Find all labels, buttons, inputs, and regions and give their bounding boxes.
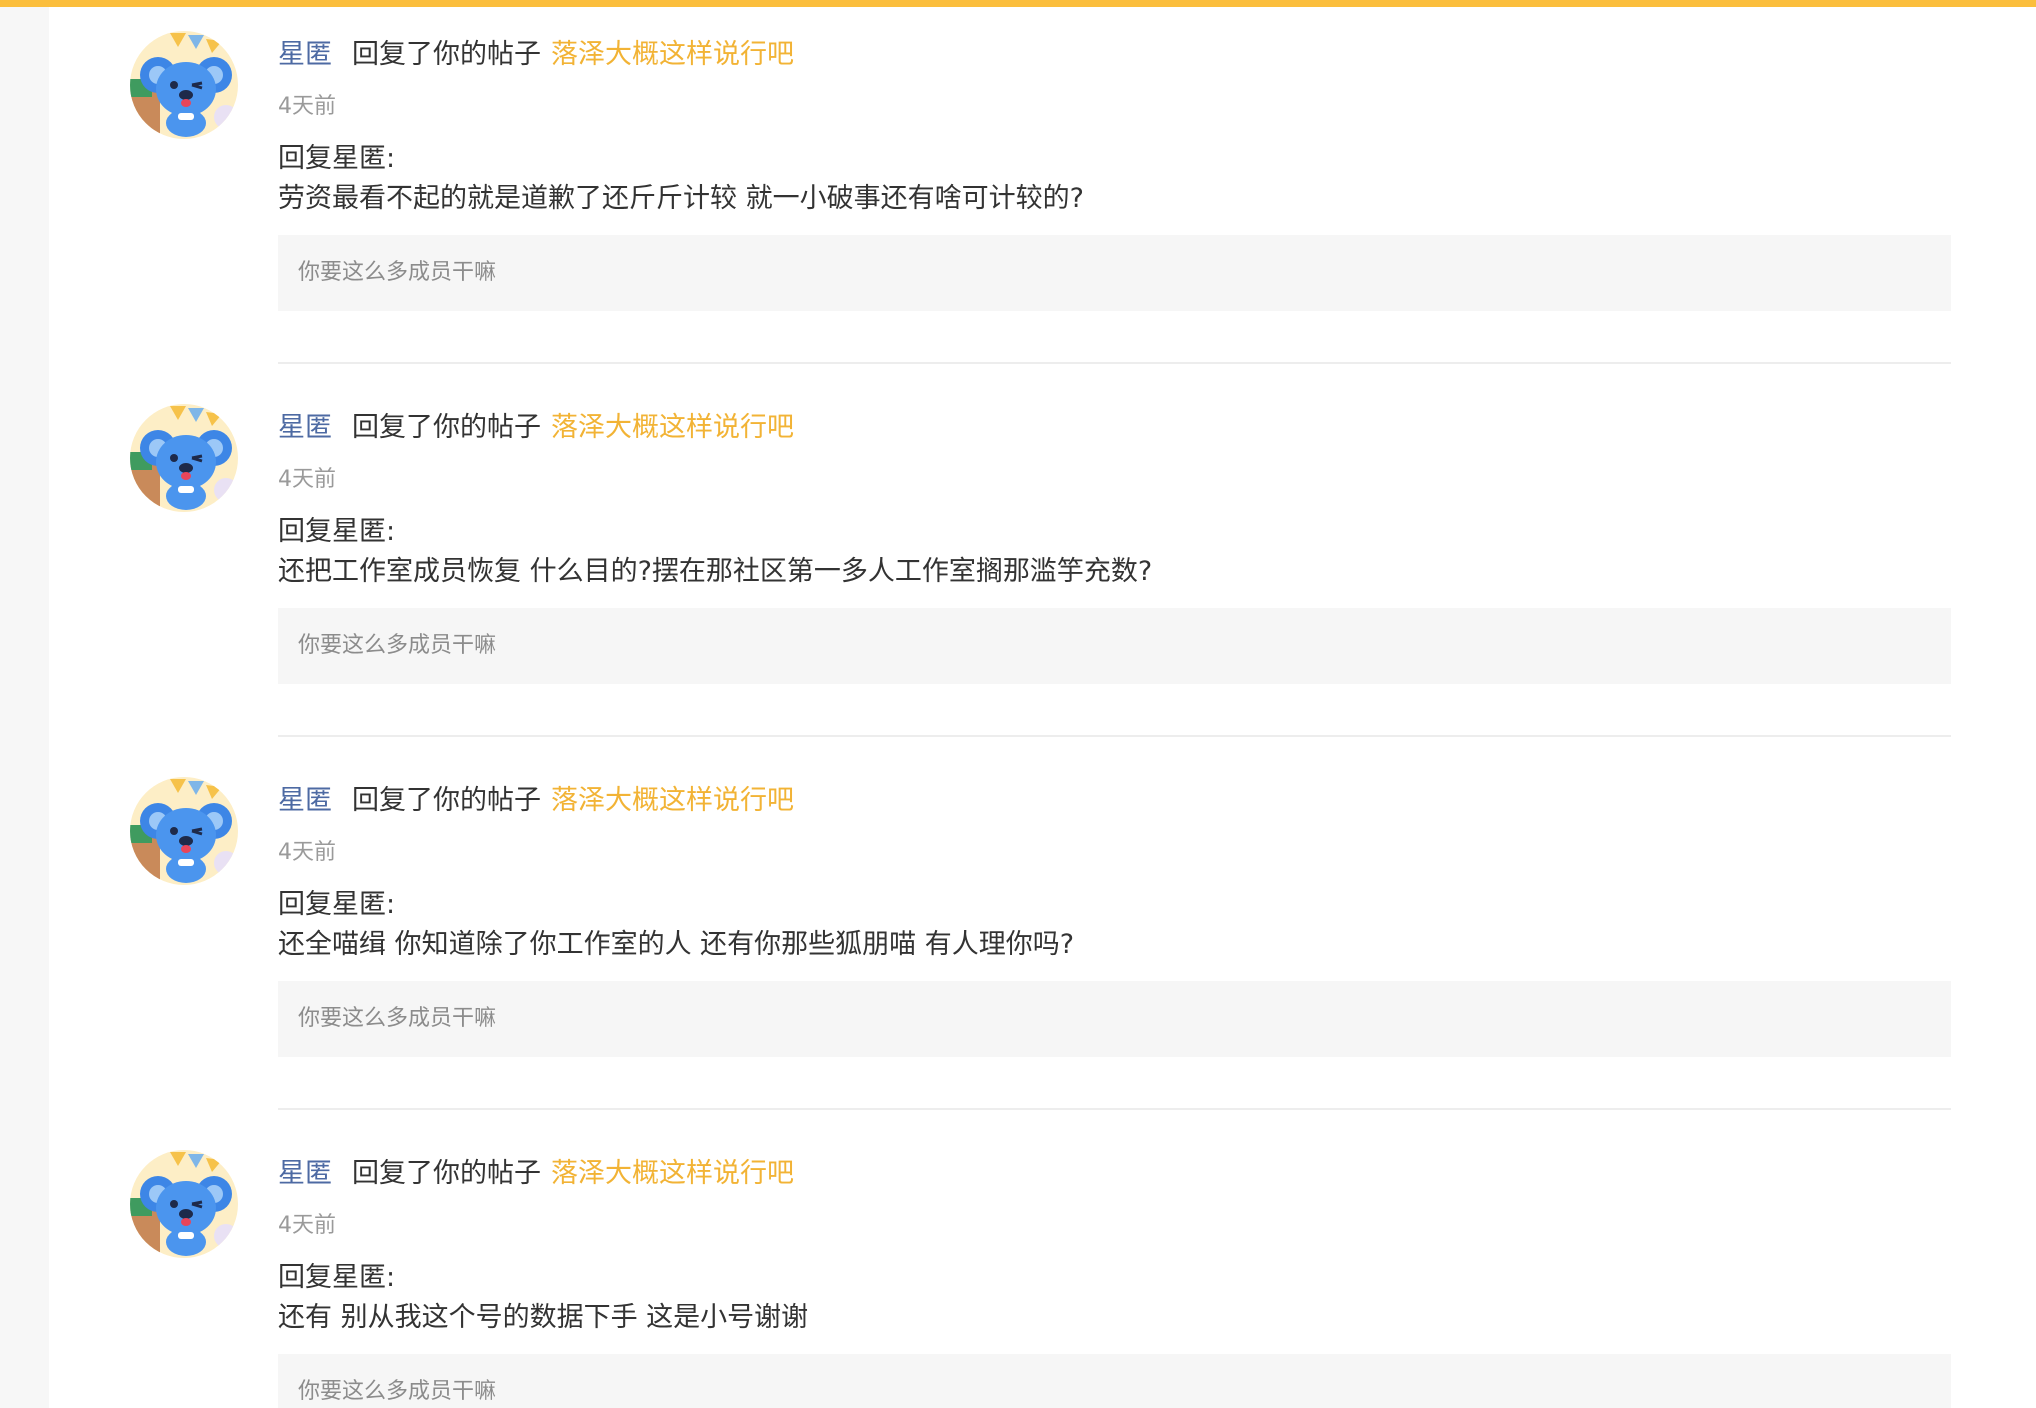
action-text: 回复了你的帖子 (352, 39, 541, 70)
quoted-comment-box[interactable]: 你要这么多成员干嘛 (278, 1354, 1951, 1408)
notification-item: 星匿 回复了你的帖子 落泽大概这样说行吧 4天前 回复星匿: 还有 别从我这个号的数… (49, 1126, 2036, 1408)
divider (278, 735, 1951, 737)
quoted-comment-text: 你要这么多成员干嘛 (298, 1006, 497, 1031)
action-text: 回复了你的帖子 (352, 1158, 541, 1189)
username-link[interactable]: 星匿 (278, 39, 332, 70)
username-link[interactable]: 星匿 (278, 785, 332, 816)
reply-text: 还全喵缉 你知道除了你工作室的人 还有你那些狐朋喵 有人理你吗? (278, 929, 1075, 960)
reply-text: 劳资最看不起的就是道歉了还斤斤计较 就一小破事还有啥可计较的? (278, 183, 1084, 214)
notification-list: 星匿 回复了你的帖子 落泽大概这样说行吧 4天前 回复星匿: 劳资最看不起的就是道歉… (49, 7, 2036, 1408)
action-text: 回复了你的帖子 (352, 785, 541, 816)
timestamp: 4天前 (278, 1213, 336, 1238)
koala-avatar-icon (130, 404, 238, 512)
notification-item: 星匿 回复了你的帖子 落泽大概这样说行吧 4天前 回复星匿: 劳资最看不起的就是道歉… (49, 7, 2036, 380)
post-title-link[interactable]: 落泽大概这样说行吧 (551, 1158, 794, 1189)
timestamp: 4天前 (278, 467, 336, 492)
quoted-comment-box[interactable]: 你要这么多成员干嘛 (278, 608, 1951, 684)
avatar[interactable] (130, 404, 238, 512)
timestamp: 4天前 (278, 94, 336, 119)
quoted-comment-text: 你要这么多成员干嘛 (298, 1379, 497, 1404)
post-title-link[interactable]: 落泽大概这样说行吧 (551, 412, 794, 443)
quoted-comment-box[interactable]: 你要这么多成员干嘛 (278, 981, 1951, 1057)
avatar[interactable] (130, 31, 238, 139)
username-link[interactable]: 星匿 (278, 1158, 332, 1189)
koala-avatar-icon (130, 777, 238, 885)
avatar[interactable] (130, 1150, 238, 1258)
divider (278, 1108, 1951, 1110)
notification-header: 星匿 回复了你的帖子 落泽大概这样说行吧 (278, 33, 794, 77)
notification-header: 星匿 回复了你的帖子 落泽大概这样说行吧 (278, 779, 794, 823)
timestamp: 4天前 (278, 840, 336, 865)
username-link[interactable]: 星匿 (278, 412, 332, 443)
reply-prefix: 回复星匿: (278, 1262, 396, 1293)
reply-prefix: 回复星匿: (278, 889, 396, 920)
post-title-link[interactable]: 落泽大概这样说行吧 (551, 785, 794, 816)
reply-text: 还有 别从我这个号的数据下手 这是小号谢谢 (278, 1302, 809, 1333)
notification-header: 星匿 回复了你的帖子 落泽大概这样说行吧 (278, 1152, 794, 1196)
quoted-comment-box[interactable]: 你要这么多成员干嘛 (278, 235, 1951, 311)
avatar[interactable] (130, 777, 238, 885)
notification-header: 星匿 回复了你的帖子 落泽大概这样说行吧 (278, 406, 794, 450)
notification-item: 星匿 回复了你的帖子 落泽大概这样说行吧 4天前 回复星匿: 还把工作室成员恢复 什… (49, 380, 2036, 753)
post-title-link[interactable]: 落泽大概这样说行吧 (551, 39, 794, 70)
quoted-comment-text: 你要这么多成员干嘛 (298, 633, 497, 658)
koala-avatar-icon (130, 31, 238, 139)
top-accent-bar (0, 0, 2036, 7)
notification-item: 星匿 回复了你的帖子 落泽大概这样说行吧 4天前 回复星匿: 还全喵缉 你知道除了你… (49, 753, 2036, 1126)
action-text: 回复了你的帖子 (352, 412, 541, 443)
koala-avatar-icon (130, 1150, 238, 1258)
reply-text: 还把工作室成员恢复 什么目的?摆在那社区第一多人工作室搁那滥竽充数? (278, 556, 1153, 587)
divider (278, 362, 1951, 364)
reply-prefix: 回复星匿: (278, 143, 396, 174)
reply-prefix: 回复星匿: (278, 516, 396, 547)
quoted-comment-text: 你要这么多成员干嘛 (298, 260, 497, 285)
